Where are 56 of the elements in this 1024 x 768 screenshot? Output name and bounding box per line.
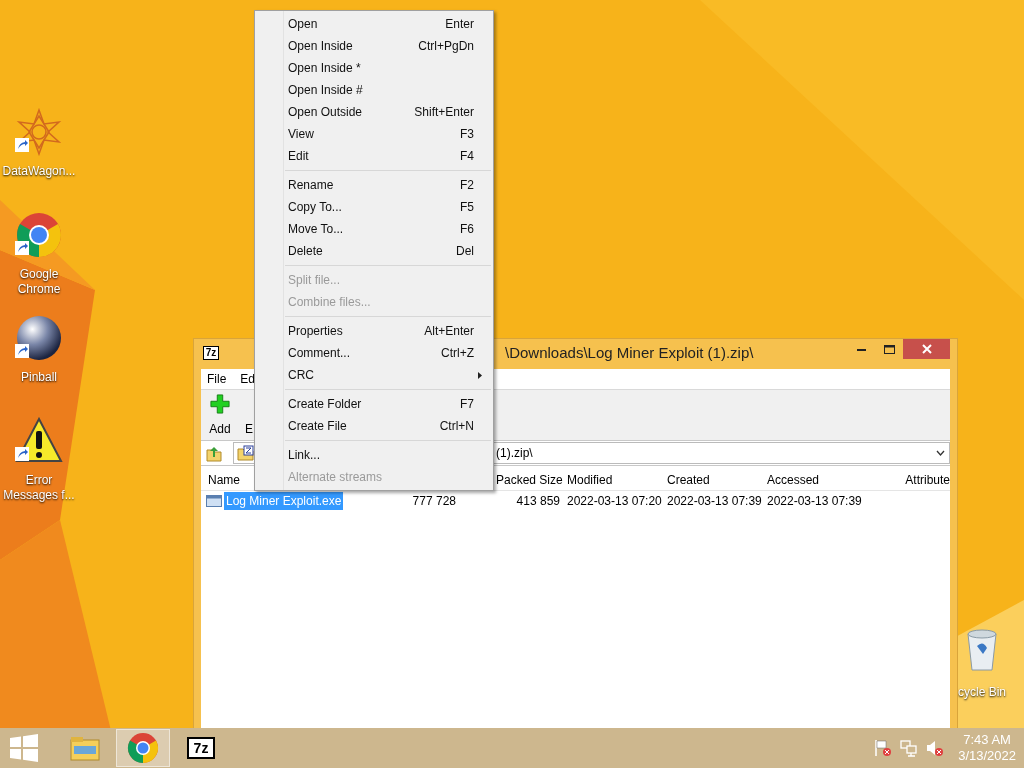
chrome-icon xyxy=(127,732,159,764)
menu-item[interactable]: View F3 xyxy=(255,123,493,145)
address-text: (1).zip\ xyxy=(496,445,533,462)
app-icon: 7z xyxy=(203,346,219,360)
menu-item[interactable]: Properties Alt+Enter xyxy=(255,320,493,342)
window-title: \Downloads\Log Miner Exploit (1).zip\ xyxy=(505,342,754,363)
star-shortcut-icon[interactable] xyxy=(15,108,63,156)
table-cell-text: 2022-03-13 07:20 xyxy=(567,493,663,510)
plus-icon xyxy=(209,394,231,414)
recycle-bin-icon[interactable] xyxy=(965,628,999,672)
sphere-shortcut-icon[interactable] xyxy=(15,314,63,362)
menu-item[interactable]: Copy To... F5 xyxy=(255,196,493,218)
column-header[interactable]: Attribute xyxy=(881,471,950,489)
close-button[interactable] xyxy=(903,339,950,359)
menu-item[interactable]: Open Outside Shift+Enter xyxy=(255,101,493,123)
menu-item[interactable]: Rename F2 xyxy=(255,174,493,196)
column-header[interactable]: Packed Size xyxy=(496,471,560,489)
minimize-icon xyxy=(856,347,866,351)
column-header[interactable]: Accessed xyxy=(767,471,867,489)
table-cell-text: 777 728 xyxy=(411,493,456,510)
archive-folder-icon xyxy=(237,445,254,461)
menu-item[interactable]: Ed xyxy=(240,370,256,388)
add-button[interactable]: Add xyxy=(204,394,236,438)
menu-item[interactable]: Edit F4 xyxy=(255,145,493,167)
table-cell-text: 413 859 xyxy=(515,493,560,510)
table-cell-text: 2022-03-13 07:39 xyxy=(667,493,763,510)
recycle-bin-label: cycle Bin xyxy=(958,684,1007,701)
menu-item[interactable]: Link... xyxy=(255,444,493,466)
speaker-muted-icon[interactable] xyxy=(926,739,945,757)
up-folder-icon[interactable] xyxy=(205,444,223,462)
chrome-shortcut-icon[interactable] xyxy=(15,211,63,259)
menu-item[interactable]: Comment... Ctrl+Z xyxy=(255,342,493,364)
menu-item[interactable]: Create File Ctrl+N xyxy=(255,415,493,437)
column-header[interactable]: Modified xyxy=(567,471,667,489)
submenu-arrow-icon xyxy=(478,371,482,379)
menu-item[interactable]: Move To... F6 xyxy=(255,218,493,240)
menu-item[interactable]: Open Inside # xyxy=(255,79,493,101)
file-icon xyxy=(206,494,222,508)
toolbar-button-label[interactable]: E xyxy=(245,420,253,438)
dropdown-caret-icon[interactable] xyxy=(936,450,945,456)
close-icon xyxy=(921,344,932,354)
action-center-flag-icon[interactable] xyxy=(874,739,893,757)
menu-item[interactable]: Create Folder F7 xyxy=(255,393,493,415)
menu-item[interactable]: Open Inside * xyxy=(255,57,493,79)
table-cell-text: 2022-03-13 07:39 xyxy=(767,493,863,510)
app-icon: 7z xyxy=(187,737,215,759)
taskbar-button[interactable] xyxy=(116,729,170,767)
warning-shortcut-icon[interactable] xyxy=(15,417,63,465)
menu-item[interactable]: Open Inside Ctrl+PgDn xyxy=(255,35,493,57)
taskbar-button[interactable]: 7z xyxy=(174,729,228,767)
maximize-icon xyxy=(883,344,895,354)
menu-item[interactable]: File xyxy=(207,370,227,388)
menu-item[interactable]: CRC xyxy=(255,364,493,386)
menu-item[interactable]: Delete Del xyxy=(255,240,493,262)
column-header[interactable]: Created xyxy=(667,471,767,489)
menu-item[interactable]: Open Enter xyxy=(255,13,493,35)
